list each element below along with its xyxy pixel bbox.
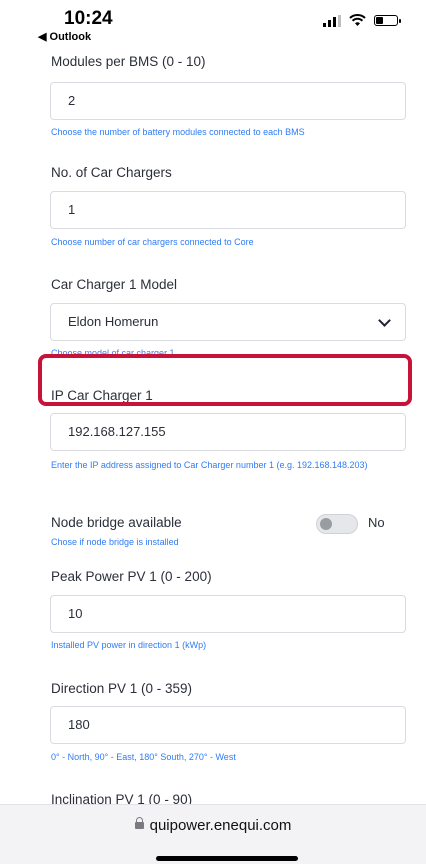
modules-per-bms-label: Modules per BMS (0 - 10): [51, 54, 206, 69]
modules-per-bms-input[interactable]: 2: [50, 82, 406, 120]
home-indicator: [156, 856, 298, 861]
node-bridge-toggle[interactable]: [316, 514, 358, 534]
ip-charger-input[interactable]: 192.168.127.155: [50, 413, 406, 451]
ip-charger-hint: Enter the IP address assigned to Car Cha…: [51, 460, 368, 470]
toggle-knob: [320, 518, 332, 530]
charger-model-value: Eldon Homerun: [68, 314, 159, 329]
url-text[interactable]: quipower.enequi.com: [0, 817, 426, 834]
charger-model-label: Car Charger 1 Model: [51, 277, 178, 292]
modules-per-bms-hint: Choose the number of battery modules con…: [51, 127, 305, 137]
wifi-icon: [349, 14, 366, 26]
cellular-signal-icon: [323, 14, 341, 27]
status-icons: [323, 14, 401, 27]
url-value: quipower.enequi.com: [149, 817, 292, 834]
clock: 10:24: [64, 8, 113, 29]
settings-form[interactable]: Modules per BMS (0 - 10) 2 Choose the nu…: [0, 46, 426, 804]
status-bar: 10:24 ◀ Outlook: [0, 0, 426, 46]
inclination-pv1-label: Inclination PV 1 (0 - 90): [51, 792, 193, 804]
peak-power-pv1-input[interactable]: 10: [50, 595, 406, 633]
battery-icon: [374, 15, 401, 26]
direction-pv1-label: Direction PV 1 (0 - 359): [51, 681, 193, 696]
chevron-down-icon: [378, 314, 391, 327]
car-chargers-hint: Choose number of car chargers connected …: [51, 237, 254, 247]
back-to-outlook-link[interactable]: ◀ Outlook: [38, 30, 91, 43]
charger-model-select[interactable]: Eldon Homerun: [50, 303, 406, 341]
car-chargers-input[interactable]: 1: [50, 191, 406, 229]
node-bridge-hint: Chose if node bridge is installed: [51, 537, 179, 547]
direction-pv1-hint: 0° - North, 90° - East, 180° South, 270°…: [51, 752, 236, 762]
node-bridge-state: No: [368, 515, 385, 530]
peak-power-pv1-label: Peak Power PV 1 (0 - 200): [51, 569, 212, 584]
direction-pv1-input[interactable]: 180: [50, 706, 406, 744]
peak-power-pv1-hint: Installed PV power in direction 1 (kWp): [51, 640, 207, 650]
lock-icon: [134, 817, 144, 829]
highlight-annotation: [38, 354, 412, 406]
browser-address-bar[interactable]: quipower.enequi.com: [0, 804, 426, 864]
node-bridge-label: Node bridge available: [51, 515, 182, 530]
car-chargers-label: No. of Car Chargers: [51, 165, 172, 180]
